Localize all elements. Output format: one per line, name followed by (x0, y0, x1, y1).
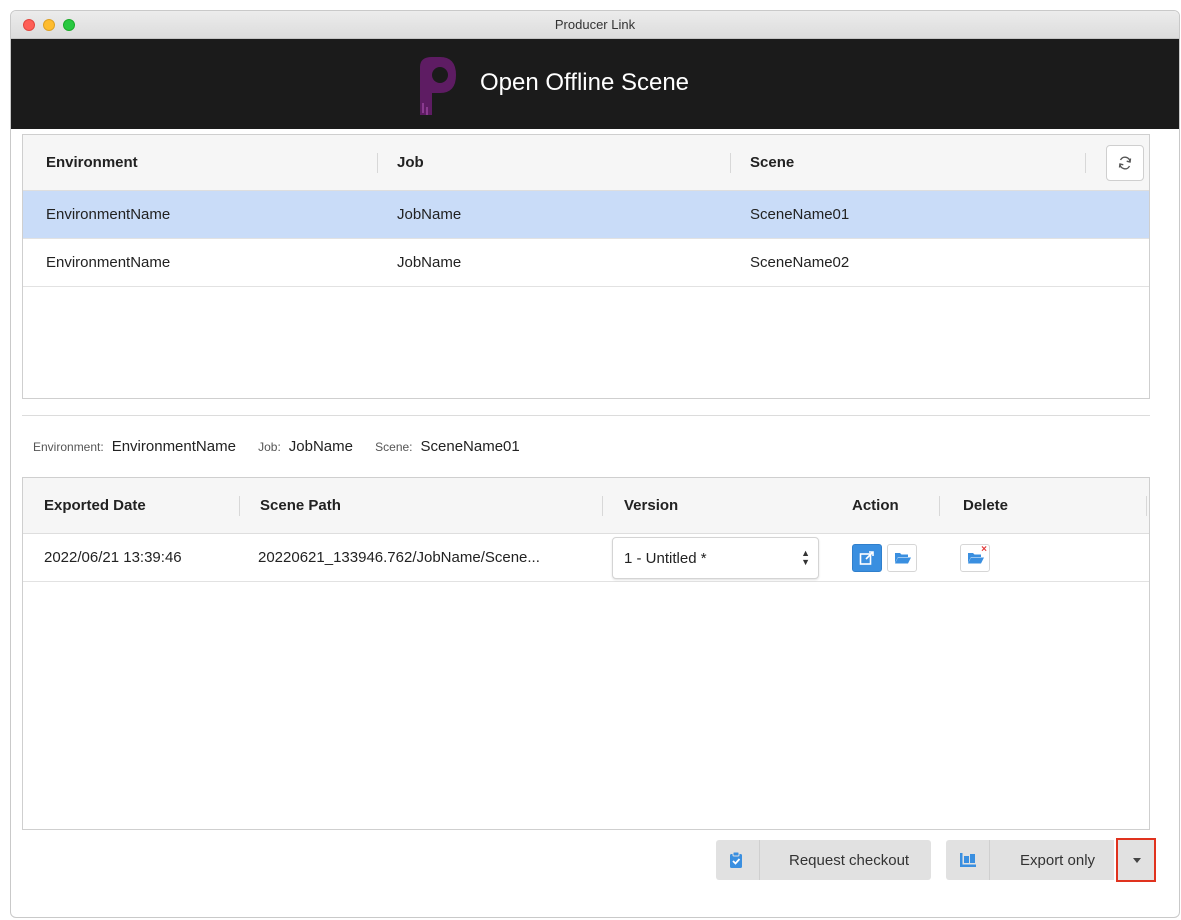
window-title: Producer Link (554, 17, 636, 32)
column-divider[interactable] (939, 496, 940, 516)
title-bar: Producer Link (11, 11, 1179, 39)
export-icon (960, 853, 976, 867)
column-divider[interactable] (377, 153, 378, 173)
column-header-version[interactable]: Version (624, 497, 678, 514)
selection-info: Environment: EnvironmentName Job: JobName … (33, 438, 538, 455)
scene-label: Scene: (375, 440, 413, 454)
environment-label: Environment: (33, 440, 104, 454)
cell-exported-date: 2022/06/21 13:39:46 (44, 549, 182, 566)
environment-value: EnvironmentName (111, 438, 236, 455)
caret-down-icon (1133, 858, 1141, 863)
select-arrows-icon: ▲ ▼ (801, 548, 810, 567)
scene-value: SceneName01 (420, 438, 520, 455)
exports-table-header: Exported Date Scene Path Version Action … (23, 478, 1149, 534)
column-divider[interactable] (1146, 496, 1147, 516)
header-banner: Open Offline Scene (11, 39, 1179, 129)
column-header-scene-path[interactable]: Scene Path (260, 497, 341, 514)
refresh-icon (1118, 156, 1132, 170)
cell-scene: SceneName02 (750, 254, 850, 271)
column-divider[interactable] (1085, 153, 1086, 173)
clipboard-check-icon (730, 851, 742, 868)
table-row[interactable]: 2022/06/21 13:39:46 20220621_133946.762/… (23, 534, 1149, 582)
table-row-selected[interactable]: EnvironmentName JobName SceneName01 (23, 191, 1149, 239)
column-header-environment[interactable]: Environment (46, 154, 138, 171)
cell-environment: EnvironmentName (46, 206, 171, 223)
section-divider (22, 415, 1150, 416)
column-divider[interactable] (730, 153, 731, 173)
request-checkout-label: Request checkout (789, 852, 910, 869)
request-checkout-button[interactable]: Request checkout (716, 840, 931, 880)
version-select[interactable]: 1 - Untitled * ▲ ▼ (612, 537, 819, 579)
delete-x-icon: × (981, 544, 987, 555)
column-header-exported-date[interactable]: Exported Date (44, 497, 146, 514)
scenes-table: Environment Job Scene EnvironmentName Jo… (22, 134, 1150, 399)
cell-scene: SceneName01 (750, 206, 850, 223)
column-header-action[interactable]: Action (852, 497, 899, 514)
column-divider[interactable] (602, 496, 603, 516)
export-only-label: Export only (1020, 852, 1096, 869)
exports-table: Exported Date Scene Path Version Action … (22, 477, 1150, 830)
job-label: Job: (258, 440, 281, 454)
delete-export-button[interactable]: × (960, 544, 990, 572)
export-only-button[interactable]: Export only (946, 840, 1114, 880)
cell-job: JobName (397, 206, 462, 223)
export-options-dropdown-button[interactable] (1116, 838, 1156, 882)
page-title: Open Offline Scene (480, 69, 690, 96)
refresh-button[interactable] (1106, 145, 1144, 181)
version-select-value: 1 - Untitled * (624, 550, 707, 567)
cell-job: JobName (397, 254, 462, 271)
table-row[interactable]: EnvironmentName JobName SceneName02 (23, 239, 1149, 287)
request-checkout-icon-area (716, 840, 760, 880)
column-header-scene[interactable]: Scene (750, 154, 794, 171)
scenes-table-header: Environment Job Scene (23, 135, 1149, 191)
open-scene-button[interactable] (852, 544, 882, 572)
column-header-job[interactable]: Job (397, 154, 424, 171)
cell-scene-path: 20220621_133946.762/JobName/Scene... (258, 549, 540, 566)
export-icon-area (946, 840, 990, 880)
edit-external-icon (859, 551, 874, 565)
producer-logo-icon (420, 57, 456, 115)
cell-environment: EnvironmentName (46, 254, 171, 271)
job-value: JobName (288, 438, 353, 455)
column-header-delete[interactable]: Delete (963, 497, 1008, 514)
open-folder-button[interactable] (887, 544, 917, 572)
folder-open-icon (895, 553, 911, 564)
column-divider[interactable] (239, 496, 240, 516)
